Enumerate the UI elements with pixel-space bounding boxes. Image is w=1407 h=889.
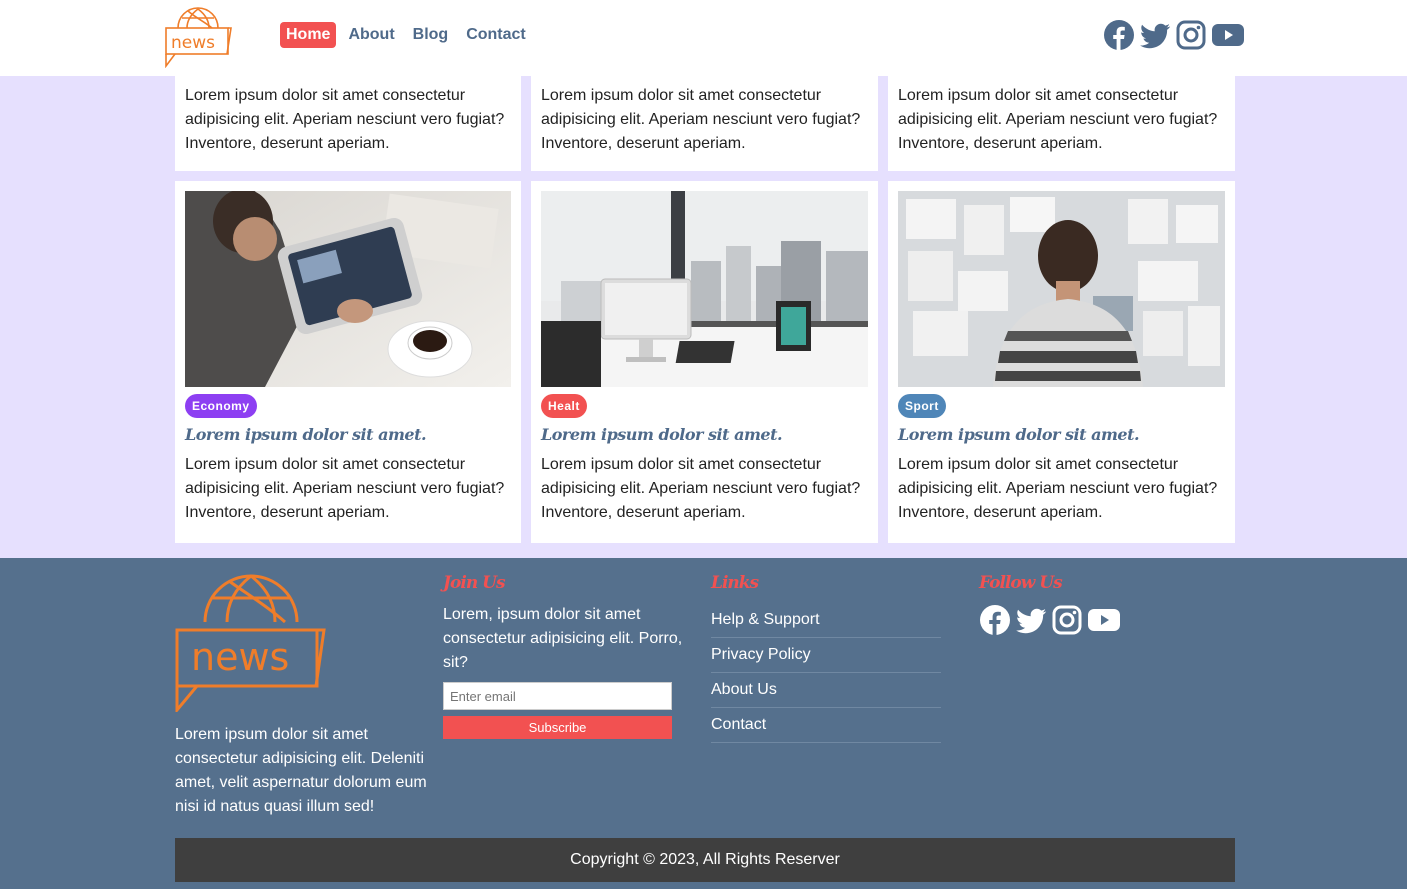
footer-link-item: Help & Support: [711, 603, 941, 638]
instagram-icon[interactable]: [1051, 604, 1083, 636]
man-with-tablet-photo[interactable]: [185, 191, 511, 387]
category-badge[interactable]: Healt: [541, 394, 587, 418]
category-badge[interactable]: Economy: [185, 394, 257, 418]
article-title[interactable]: Lorem ipsum dolor sit amet.: [185, 425, 511, 444]
twitter-icon[interactable]: [1139, 19, 1171, 51]
main-nav: Home About Blog Contact: [280, 22, 532, 48]
footer-link-item: Privacy Policy: [711, 638, 941, 673]
article-card: Healt Lorem ipsum dolor sit amet. Lorem …: [531, 181, 878, 543]
news-logo[interactable]: news: [163, 6, 233, 69]
svg-text:news: news: [191, 635, 289, 679]
facebook-icon[interactable]: [979, 604, 1011, 636]
copyright-bar: Copyright © 2023, All Rights Reserver: [175, 838, 1235, 882]
contact-link[interactable]: Contact: [711, 716, 766, 734]
article-excerpt: Lorem ipsum dolor sit amet consectetur a…: [898, 456, 1218, 521]
youtube-icon[interactable]: [1087, 604, 1120, 636]
category-badge[interactable]: Sport: [898, 394, 946, 418]
footer-links-list: Help & Support Privacy Policy About Us C…: [711, 603, 941, 743]
privacy-policy-link[interactable]: Privacy Policy: [711, 646, 811, 664]
links-heading: Links: [711, 573, 759, 593]
article-title[interactable]: Lorem ipsum dolor sit amet.: [541, 425, 868, 444]
help-support-link[interactable]: Help & Support: [711, 611, 820, 629]
office-desk-photo[interactable]: [541, 191, 868, 387]
man-at-board-photo[interactable]: [898, 191, 1225, 387]
instagram-icon[interactable]: [1175, 19, 1207, 51]
facebook-icon[interactable]: [1103, 19, 1135, 51]
article-card: Economy Lorem ipsum dolor sit amet. Lore…: [175, 181, 521, 543]
svg-text:news: news: [171, 33, 215, 53]
article-excerpt: Lorem ipsum dolor sit amet consectetur a…: [898, 87, 1218, 152]
follow-us-heading: Follow Us: [979, 573, 1063, 593]
email-input[interactable]: [443, 682, 672, 710]
footer-link-item: Contact: [711, 708, 941, 743]
about-us-link[interactable]: About Us: [711, 681, 777, 699]
footer-about-text: Lorem ipsum dolor sit amet consectetur a…: [175, 726, 427, 815]
footer-link-item: About Us: [711, 673, 941, 708]
site-header: news Home About Blog Contact: [0, 0, 1407, 76]
footer-logo[interactable]: news: [175, 572, 327, 715]
subscribe-button[interactable]: Subscribe: [443, 716, 672, 739]
nav-about[interactable]: About: [342, 22, 400, 48]
header-social-links: [1103, 19, 1244, 51]
article-excerpt: Lorem ipsum dolor sit amet consectetur a…: [541, 456, 861, 521]
article-card: Lorem ipsum dolor sit amet consectetur a…: [888, 60, 1235, 171]
article-card: Sport Lorem ipsum dolor sit amet. Lorem …: [888, 181, 1235, 543]
article-excerpt: Lorem ipsum dolor sit amet consectetur a…: [185, 87, 505, 152]
nav-home[interactable]: Home: [280, 22, 337, 48]
article-card: Lorem ipsum dolor sit amet consectetur a…: [531, 60, 878, 171]
join-us-text: Lorem, ipsum dolor sit amet consectetur …: [443, 606, 683, 671]
footer-social-links: [979, 604, 1120, 636]
twitter-icon[interactable]: [1015, 604, 1047, 636]
nav-contact[interactable]: Contact: [460, 22, 532, 48]
article-card: Lorem ipsum dolor sit amet consectetur a…: [175, 60, 521, 171]
article-excerpt: Lorem ipsum dolor sit amet consectetur a…: [541, 87, 861, 152]
nav-blog[interactable]: Blog: [407, 22, 455, 48]
youtube-icon[interactable]: [1211, 19, 1244, 51]
article-excerpt: Lorem ipsum dolor sit amet consectetur a…: [185, 456, 505, 521]
join-us-heading: Join Us: [443, 573, 506, 593]
article-title[interactable]: Lorem ipsum dolor sit amet.: [898, 425, 1225, 444]
